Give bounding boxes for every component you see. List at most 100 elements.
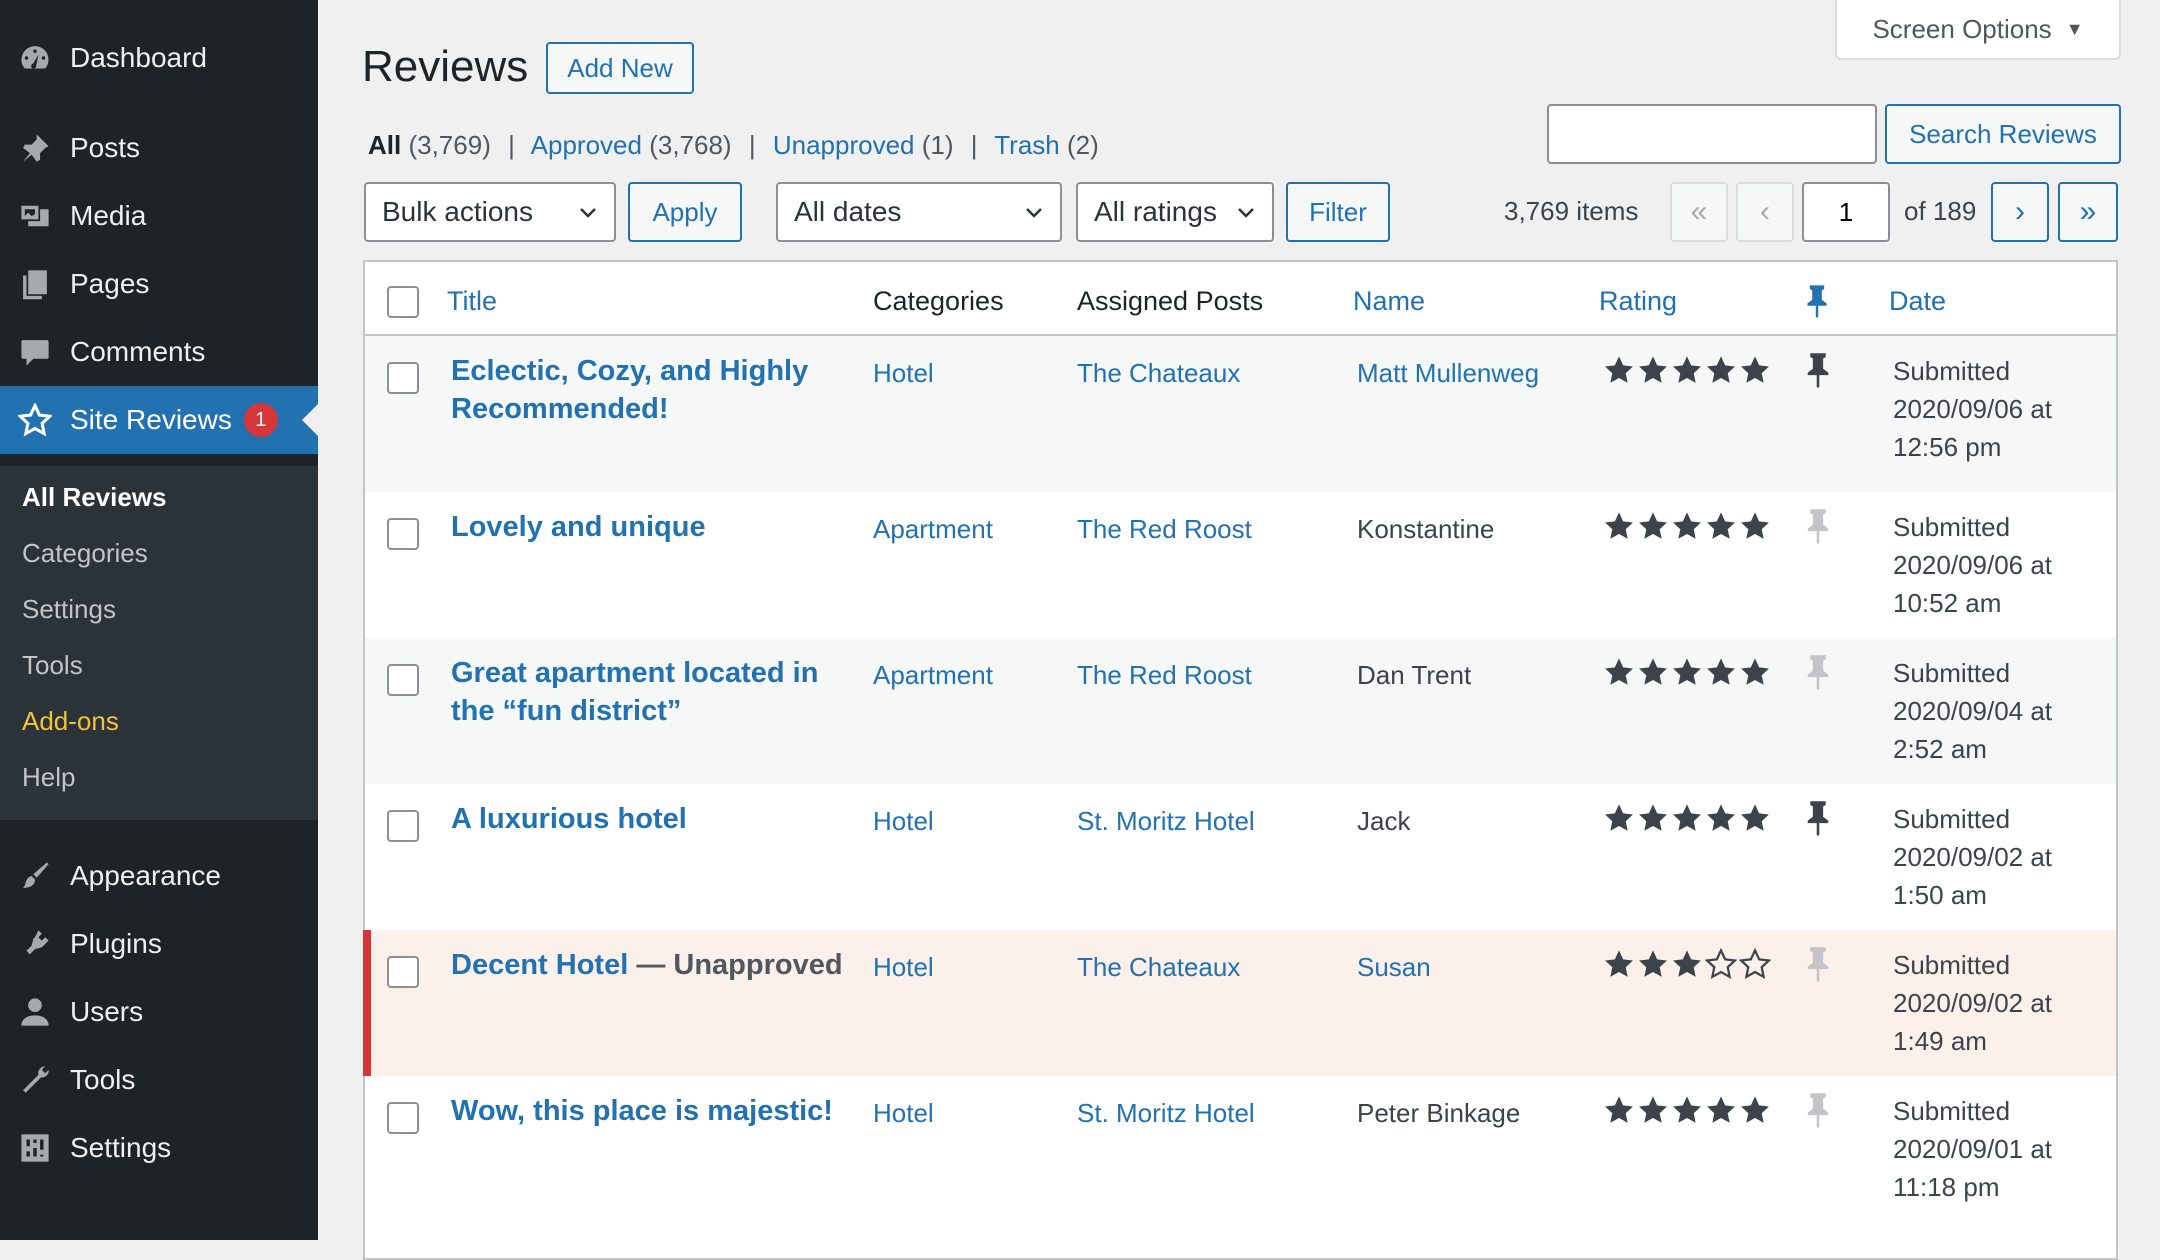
table-row: Great apartment located in the “fun dist… <box>365 638 2116 784</box>
filter-all[interactable]: All <box>368 130 401 160</box>
next-page-button[interactable]: › <box>1991 182 2049 242</box>
assigned-post[interactable]: The Red Roost <box>1077 514 1252 545</box>
column-date[interactable]: Date <box>1889 286 1946 317</box>
star-empty-icon <box>1739 948 1771 979</box>
submenu-categories[interactable]: Categories <box>22 538 148 569</box>
count-all: (3,769) <box>408 130 491 160</box>
review-category[interactable]: Hotel <box>873 1098 934 1129</box>
review-category[interactable]: Apartment <box>873 514 993 545</box>
assigned-post[interactable]: St. Moritz Hotel <box>1077 806 1255 837</box>
filter-button[interactable]: Filter <box>1286 182 1390 242</box>
assigned-post[interactable]: St. Moritz Hotel <box>1077 1098 1255 1129</box>
star-rating <box>1603 948 1773 980</box>
star-filled-icon <box>1605 950 1633 977</box>
review-title[interactable]: Lovely and unique <box>451 508 851 546</box>
menu-posts[interactable]: Posts <box>0 114 318 182</box>
review-category[interactable]: Hotel <box>873 806 934 837</box>
select-all-checkbox[interactable] <box>387 286 419 318</box>
review-title[interactable]: Wow, this place is majestic! <box>451 1092 851 1130</box>
user-icon <box>0 995 70 1029</box>
submenu-settings[interactable]: Settings <box>22 594 116 625</box>
reviewer-name: Jack <box>1357 806 1411 836</box>
review-title-link[interactable]: Wow, this place is majestic! <box>451 1095 833 1127</box>
star-filled-icon <box>1605 658 1633 685</box>
review-category[interactable]: Apartment <box>873 660 993 691</box>
unpinned-icon[interactable] <box>1803 1092 1833 1135</box>
apply-button[interactable]: Apply <box>628 182 742 242</box>
submenu-help[interactable]: Help <box>22 762 75 793</box>
star-filled-icon <box>1707 512 1735 539</box>
menu-comments[interactable]: Comments <box>0 318 318 386</box>
star-rating <box>1603 510 1773 542</box>
assigned-post[interactable]: The Chateaux <box>1077 358 1240 389</box>
row-checkbox[interactable] <box>387 362 419 394</box>
pinned-column-icon[interactable] <box>1805 284 1829 325</box>
dates-select[interactable]: All dates <box>776 182 1062 242</box>
column-title[interactable]: Title <box>447 286 497 317</box>
pinned-icon[interactable] <box>1803 352 1833 395</box>
filter-trash[interactable]: Trash <box>994 130 1060 160</box>
menu-label: Tools <box>70 1064 136 1095</box>
star-filled-icon <box>1605 356 1633 383</box>
menu-pages[interactable]: Pages <box>0 250 318 318</box>
total-pages: of 189 <box>1904 196 1977 226</box>
submenu-all-reviews[interactable]: All Reviews <box>22 482 167 513</box>
ratings-select[interactable]: All ratings <box>1076 182 1274 242</box>
review-title[interactable]: Eclectic, Cozy, and Highly Recommended! <box>451 352 851 428</box>
review-title-link[interactable]: A luxurious hotel <box>451 803 687 835</box>
add-new-button[interactable]: Add New <box>546 42 694 94</box>
last-page-button[interactable]: » <box>2058 182 2118 242</box>
filter-approved[interactable]: Approved <box>531 130 642 160</box>
menu-settings[interactable]: Settings <box>0 1114 318 1182</box>
star-filled-icon <box>1707 356 1735 383</box>
assigned-post[interactable]: The Red Roost <box>1077 660 1252 691</box>
review-category[interactable]: Hotel <box>873 952 934 983</box>
row-checkbox[interactable] <box>387 810 419 842</box>
review-title-link[interactable]: Eclectic, Cozy, and Highly Recommended! <box>451 355 808 425</box>
review-title-link[interactable]: Lovely and unique <box>451 511 706 543</box>
menu-label: Media <box>70 200 147 231</box>
review-title[interactable]: A luxurious hotel <box>451 800 851 838</box>
ratings-value: All ratings <box>1094 196 1217 227</box>
current-page-input[interactable] <box>1802 182 1890 242</box>
row-checkbox[interactable] <box>387 1102 419 1134</box>
reviewer-name[interactable]: Matt Mullenweg <box>1357 358 1539 389</box>
pending-count-badge: 1 <box>243 403 278 437</box>
review-title[interactable]: Decent Hotel — Unapproved <box>451 946 851 984</box>
table-header: Title Categories Assigned Posts Name Rat… <box>365 262 2116 336</box>
assigned-post[interactable]: The Chateaux <box>1077 952 1240 983</box>
search-input[interactable] <box>1547 104 1877 164</box>
menu-tools[interactable]: Tools <box>0 1046 318 1114</box>
menu-users[interactable]: Users <box>0 978 318 1046</box>
submenu-addons[interactable]: Add-ons <box>22 706 119 737</box>
unpinned-icon[interactable] <box>1803 508 1833 551</box>
pinned-icon[interactable] <box>1803 800 1833 843</box>
row-checkbox[interactable] <box>387 956 419 988</box>
caret-down-icon: ▼ <box>2065 18 2084 39</box>
row-checkbox[interactable] <box>387 518 419 550</box>
row-checkbox[interactable] <box>387 664 419 696</box>
filter-unapproved[interactable]: Unapproved <box>773 130 915 160</box>
menu-site-reviews[interactable]: Site Reviews 1 <box>0 386 318 454</box>
menu-appearance[interactable]: Appearance <box>0 842 318 910</box>
review-category[interactable]: Hotel <box>873 358 934 389</box>
menu-media[interactable]: Media <box>0 182 318 250</box>
bulk-actions-select[interactable]: Bulk actions <box>364 182 616 242</box>
bulk-actions-value: Bulk actions <box>382 196 533 227</box>
submenu-tools[interactable]: Tools <box>22 650 83 681</box>
column-name[interactable]: Name <box>1353 286 1425 317</box>
unpinned-icon[interactable] <box>1803 654 1833 697</box>
prev-page-button[interactable]: ‹ <box>1736 182 1794 242</box>
review-title-link[interactable]: Great apartment located in the “fun dist… <box>451 657 818 727</box>
unpinned-icon[interactable] <box>1803 946 1833 989</box>
menu-plugins[interactable]: Plugins <box>0 910 318 978</box>
screen-options-button[interactable]: Screen Options ▼ <box>1835 0 2121 60</box>
search-reviews-button[interactable]: Search Reviews <box>1885 104 2121 164</box>
reviewer-name[interactable]: Susan <box>1357 952 1431 983</box>
review-title-link[interactable]: Decent Hotel <box>451 949 628 981</box>
column-rating[interactable]: Rating <box>1599 286 1677 317</box>
menu-dashboard[interactable]: Dashboard <box>0 24 318 92</box>
first-page-button[interactable]: « <box>1670 182 1728 242</box>
chevron-down-icon <box>1238 208 1254 218</box>
review-title[interactable]: Great apartment located in the “fun dist… <box>451 654 851 730</box>
